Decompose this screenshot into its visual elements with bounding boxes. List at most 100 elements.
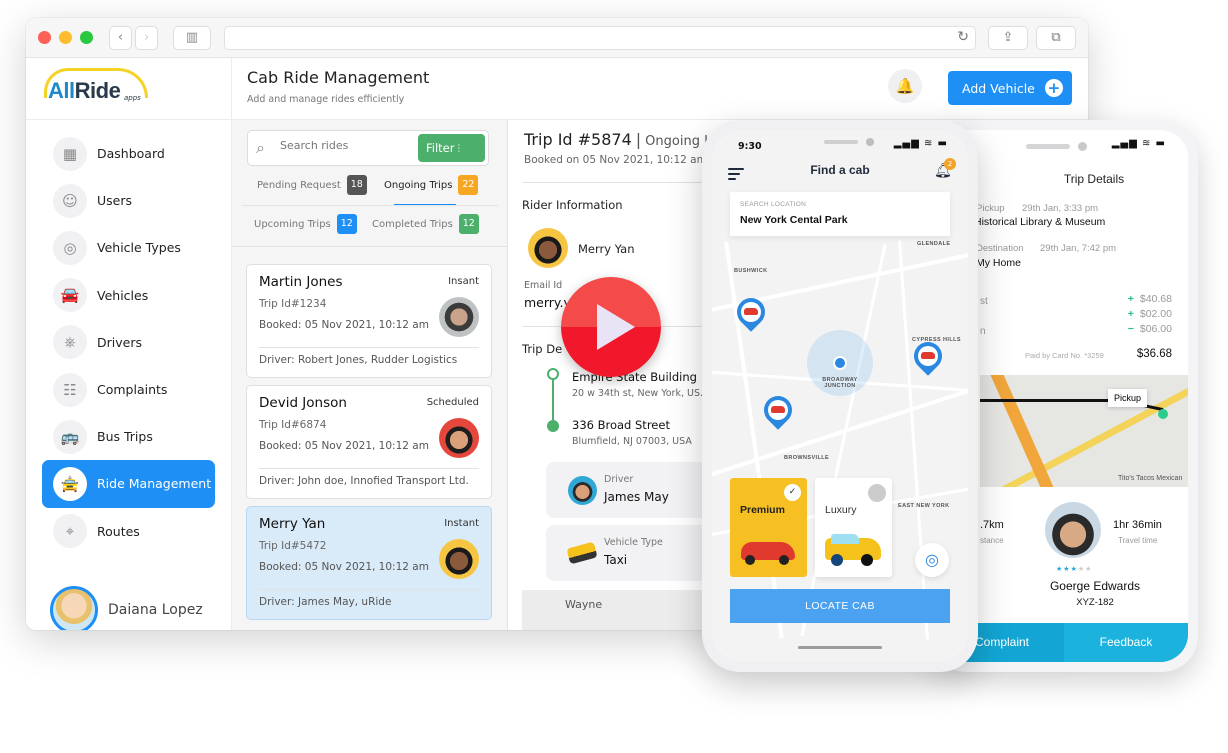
sidebar-item-drivers[interactable]: ⎈ Drivers xyxy=(42,319,215,366)
forward-icon[interactable]: › xyxy=(135,26,158,50)
pickup-label: Pickup xyxy=(976,203,1005,214)
sidebar-item-label: Complaints xyxy=(97,382,168,398)
sidebar-item-label: Routes xyxy=(97,523,140,539)
tab-ongoing-trips[interactable]: Ongoing Trips 22 xyxy=(384,175,479,195)
sidebar-item-vehicle-types[interactable]: ◎ Vehicle Types xyxy=(42,224,215,271)
complaints-icon: ☷ xyxy=(53,372,87,407)
star-filled-icon: ★ xyxy=(1070,565,1078,573)
rider-name: Merry Yan xyxy=(578,242,635,256)
cab-option-premium[interactable]: ✓ Premium xyxy=(730,478,807,577)
tab-label: Pending Request xyxy=(257,179,341,191)
dashboard-icon: ▦ xyxy=(53,136,87,171)
home-indicator xyxy=(798,646,882,649)
back-icon[interactable]: ‹ xyxy=(109,26,132,50)
cab-pin-icon[interactable] xyxy=(758,390,798,430)
driver-card[interactable]: Driver James May xyxy=(546,462,708,518)
page-title: Cab Ride Management xyxy=(247,68,430,87)
yellow-car-icon xyxy=(825,534,881,566)
sidebar-item-dashboard[interactable]: ▦ Dashboard xyxy=(42,130,215,177)
tabs-divider xyxy=(242,205,498,206)
map-highway xyxy=(985,375,1067,487)
rider-name: Merry Yan xyxy=(259,516,326,532)
travel-time-value: 1hr 36min xyxy=(1113,519,1162,531)
close-window-button[interactable] xyxy=(38,31,51,44)
logo[interactable]: AllRide apps xyxy=(26,58,231,120)
tab-upcoming-trips[interactable]: Upcoming Trips 12 xyxy=(254,214,357,234)
rides-list-panel: ⌕ Filter⫶ Pending Request 18 Ongoing Tri… xyxy=(232,120,508,630)
filter-sliders-icon: ⫶ xyxy=(457,144,460,155)
map-area-label: BROWNSVILLE xyxy=(784,455,830,461)
trip-map[interactable]: Wayne xyxy=(522,590,708,630)
bus-trips-icon: 🚌 xyxy=(53,419,87,454)
sidebar-item-vehicles[interactable]: 🚘 Vehicles xyxy=(42,272,215,319)
share-icon[interactable]: ⇪ xyxy=(988,26,1028,50)
search-rides-field[interactable]: ⌕ Filter⫶ xyxy=(247,130,489,166)
rider-avatar xyxy=(439,418,479,458)
route-line xyxy=(552,374,554,422)
search-rides-input[interactable] xyxy=(280,139,410,152)
filter-button[interactable]: Filter ⫶ xyxy=(418,134,485,162)
destination-place: My Home xyxy=(976,257,1021,269)
sidebar-item-bus-trips[interactable]: 🚌 Bus Trips xyxy=(42,413,215,460)
cab-option-luxury[interactable]: Luxury xyxy=(815,478,892,577)
phone-screen: 9:30 ▂▄▆ ≋ ▬ Find a cab 🔔︎ 2 SEARCH LOCA… xyxy=(712,130,968,662)
locate-cab-button[interactable]: LOCATE CAB xyxy=(730,589,950,623)
vehicle-value: Taxi xyxy=(604,553,628,567)
map-area-label: GLENDALE xyxy=(917,241,951,247)
route-path xyxy=(980,399,1120,402)
search-location-field[interactable]: SEARCH LOCATION New York Cental Park xyxy=(730,192,950,236)
map-label: Wayne xyxy=(565,598,603,611)
pickup-time: 29th Jan, 3:33 pm xyxy=(1022,203,1099,214)
minimize-window-button[interactable] xyxy=(59,31,72,44)
user-avatar[interactable] xyxy=(50,586,98,630)
tab-pending-request[interactable]: Pending Request 18 xyxy=(257,175,367,195)
find-cab-title: Find a cab xyxy=(810,163,870,177)
sidebar-item-ride-management[interactable]: 🚖 Ride Management xyxy=(42,460,215,508)
destination-label: Destination xyxy=(976,243,1024,254)
dropoff-marker-icon xyxy=(547,420,559,432)
users-icon: ☺ xyxy=(53,183,87,218)
trip-id: Trip Id#5472 xyxy=(259,540,327,552)
logo-brand-a: All xyxy=(48,78,75,103)
sidebar-item-users[interactable]: ☺ Users xyxy=(42,177,215,224)
vehicle-card[interactable]: Vehicle Type Taxi xyxy=(546,525,708,581)
vehicle-types-icon: ◎ xyxy=(53,230,87,265)
gps-locate-icon[interactable]: ◎ xyxy=(915,543,949,577)
sidebar-toggle-icon[interactable]: ▥ xyxy=(173,26,211,50)
tab-completed-trips[interactable]: Completed Trips 12 xyxy=(372,214,479,234)
check-icon: ✓ xyxy=(784,484,801,501)
pickup-dot-icon xyxy=(1158,409,1168,419)
reload-icon[interactable]: ↻ xyxy=(957,29,969,45)
feedback-button[interactable]: Feedback xyxy=(1064,623,1188,662)
driver-avatar xyxy=(1045,502,1101,558)
ride-card[interactable]: Martin Jones Insant Trip Id#1234 Booked:… xyxy=(246,264,492,378)
sidebar-item-complaints[interactable]: ☷ Complaints xyxy=(42,366,215,413)
user-profile[interactable]: Daiana Lopez xyxy=(50,586,203,630)
sidebar-item-routes[interactable]: ⌖ Routes xyxy=(42,508,215,555)
fare-row: + $40.68 xyxy=(1128,293,1172,305)
radio-unselected-icon xyxy=(868,484,886,502)
email-label: Email Id xyxy=(524,280,563,291)
ride-card[interactable]: Devid Jonson Scheduled Trip Id#6874 Book… xyxy=(246,385,492,499)
route-map[interactable]: Pickup Tito's Tacos Mexican xyxy=(980,375,1188,487)
count-badge: 22 xyxy=(458,175,479,195)
notification-bell-icon[interactable]: 🔔 xyxy=(888,69,922,103)
user-name: Daiana Lopez xyxy=(108,602,203,618)
ride-card-selected[interactable]: Merry Yan Instant Trip Id#5472 Booked: 0… xyxy=(246,506,492,620)
play-video-button[interactable] xyxy=(561,277,661,377)
tabs-icon[interactable]: ⧉ xyxy=(1036,26,1076,50)
logo-brand-b: Ride xyxy=(74,78,121,103)
maximize-window-button[interactable] xyxy=(80,31,93,44)
fare-amount: $02.00 xyxy=(1139,308,1172,320)
vehicle-label: Vehicle Type xyxy=(604,537,663,548)
trip-id: Trip Id #5874 xyxy=(524,130,632,149)
phone-find-cab: 9:30 ▂▄▆ ≋ ▬ Find a cab 🔔︎ 2 SEARCH LOCA… xyxy=(702,120,978,672)
address-bar[interactable]: ↻ xyxy=(224,26,976,50)
rider-avatar xyxy=(439,539,479,579)
notification-badge: 2 xyxy=(944,158,956,170)
add-vehicle-button[interactable]: Add Vehicle + xyxy=(948,71,1072,105)
trip-section-title: Trip De xyxy=(522,342,563,356)
driver-info: Driver: John doe, Innofied Transport Ltd… xyxy=(259,475,469,487)
logo-suffix: apps xyxy=(124,94,141,102)
drivers-icon: ⎈ xyxy=(53,325,87,360)
